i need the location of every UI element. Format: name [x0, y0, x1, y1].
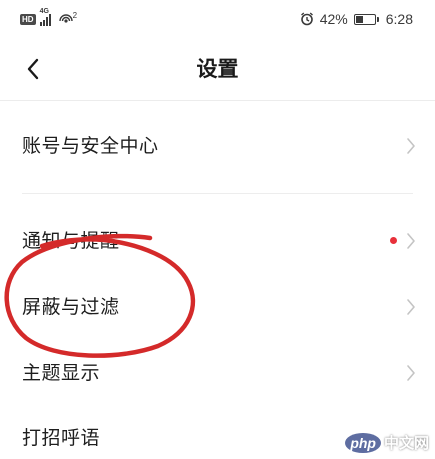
settings-item-label: 通知与提醒: [22, 230, 120, 252]
hd-icon: HD: [20, 13, 36, 25]
status-bar-right: 42% 6:28: [300, 9, 413, 29]
nav-bar: 设置: [0, 38, 435, 100]
unread-dot-badge: [390, 237, 397, 244]
page-title: 设置: [196, 57, 239, 81]
watermark: php 中文网: [345, 432, 429, 453]
settings-item-theme-display[interactable]: 主题显示: [0, 342, 435, 404]
signal-icon: 4G: [39, 8, 51, 26]
settings-item-notifications[interactable]: 通知与提醒: [0, 210, 435, 272]
settings-item-label: 打招呼语: [22, 427, 101, 449]
network-type-label: 4G: [39, 8, 49, 15]
settings-item-block-filter[interactable]: 屏蔽与过滤: [0, 276, 435, 338]
wifi-icon: 2: [58, 11, 78, 26]
chevron-right-icon: [407, 365, 415, 381]
battery-icon: [353, 13, 379, 25]
status-bar: HD 4G 2 42% 6:28: [0, 0, 435, 38]
nav-divider: [0, 100, 435, 101]
section-divider: [22, 193, 413, 194]
settings-item-label: 主题显示: [22, 362, 101, 384]
settings-screen: HD 4G 2 42% 6:28 设置 账号与安全中心 通知与提醒 屏蔽与过滤 …: [0, 0, 435, 459]
wifi-badge: 2: [72, 11, 78, 20]
alarm-icon: [300, 12, 314, 26]
watermark-text: 中文网: [383, 435, 429, 452]
watermark-logo: php: [345, 432, 381, 453]
chevron-right-icon: [407, 299, 415, 315]
settings-item-label: 屏蔽与过滤: [22, 296, 120, 318]
chevron-right-icon: [407, 233, 415, 249]
settings-item-label: 账号与安全中心: [22, 135, 159, 157]
battery-percent: 42%: [319, 11, 348, 27]
clock-time: 6:28: [385, 11, 413, 27]
settings-item-account-security[interactable]: 账号与安全中心: [0, 115, 435, 177]
battery-level: [355, 15, 363, 23]
status-bar-left: HD 4G 2: [20, 8, 78, 28]
chevron-right-icon: [407, 138, 415, 154]
